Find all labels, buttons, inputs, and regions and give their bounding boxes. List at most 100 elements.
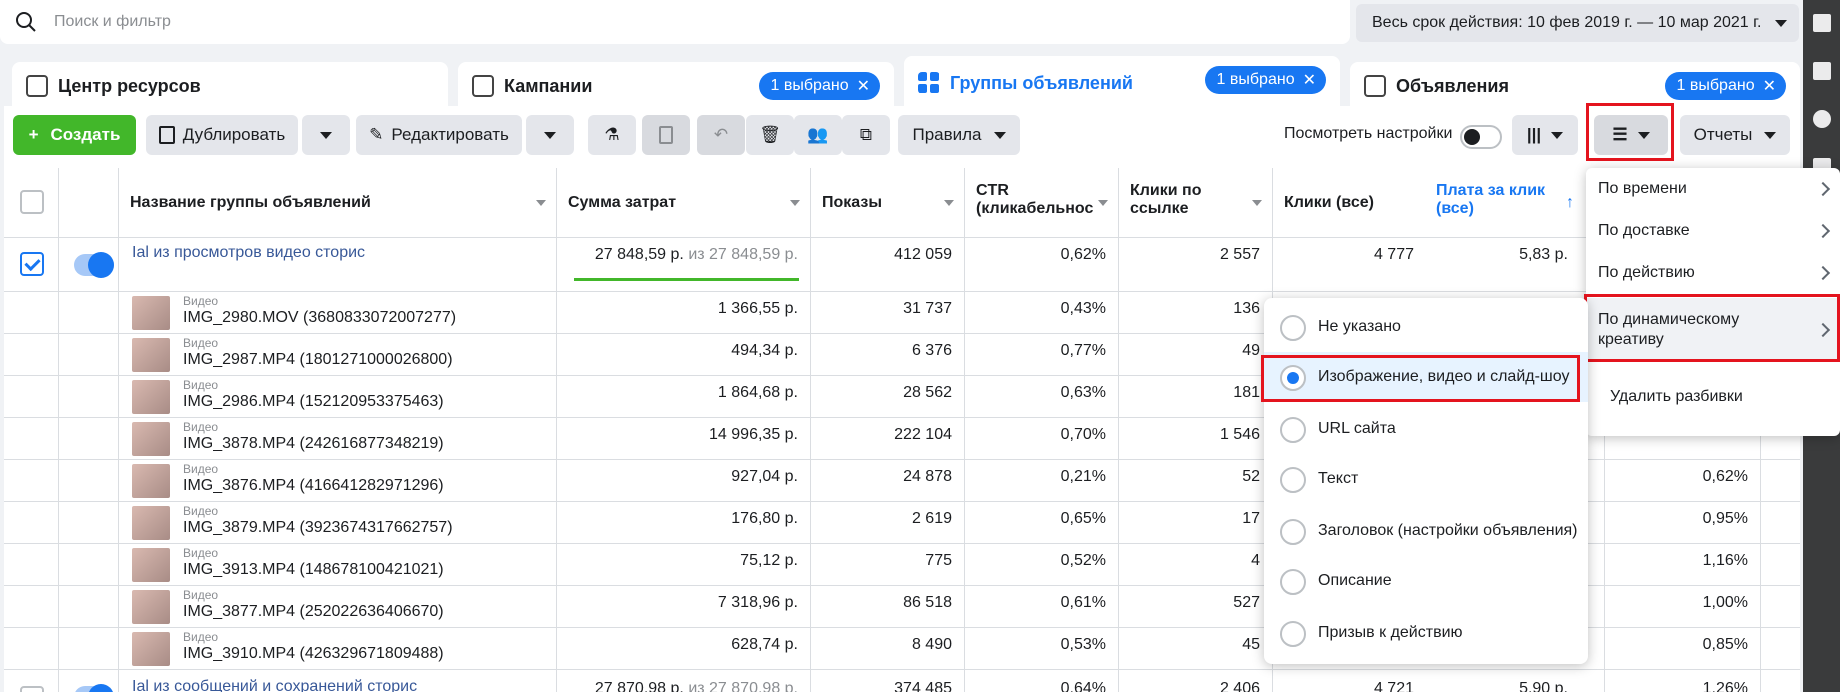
col-header-link-clicks[interactable]: Клики по ссылке	[1130, 182, 1240, 218]
submenu-option[interactable]: Не указано	[1264, 302, 1588, 352]
radio-button[interactable]	[1280, 621, 1306, 647]
selected-badge[interactable]: 1 выбрано ✕	[1664, 72, 1786, 100]
adset-toggle[interactable]	[74, 252, 114, 278]
sort-icon[interactable]	[790, 200, 800, 206]
row-checkbox[interactable]	[20, 686, 44, 692]
search-bar[interactable]: Поиск и фильтр	[0, 0, 1350, 44]
creative-name: IMG_2986.MP4 (152120953375463)	[183, 393, 444, 410]
impressions-value: 2 619	[911, 510, 952, 527]
ctr-value: 0,65%	[1060, 510, 1106, 527]
video-thumbnail	[132, 338, 170, 372]
submenu-option[interactable]: Текст	[1264, 454, 1588, 504]
rules-button[interactable]: Правила	[898, 115, 1020, 155]
sort-icon[interactable]	[944, 200, 954, 206]
tab-resources[interactable]: Центр ресурсов	[12, 62, 448, 110]
row-checkbox[interactable]	[20, 252, 44, 276]
view-settings-label: Посмотреть настройки	[1284, 125, 1453, 142]
selected-badge[interactable]: 1 выбрано ✕	[758, 72, 880, 100]
last-col-value: 1,16%	[1702, 552, 1748, 569]
adset-name-link[interactable]: Ial из просмотров видео сторис	[132, 244, 365, 262]
edit-button[interactable]: ✎ Редактировать	[356, 115, 522, 155]
video-thumbnail	[132, 548, 170, 582]
delete-button[interactable]: 🗑	[746, 115, 794, 155]
sort-icon[interactable]	[536, 200, 546, 206]
chart-icon[interactable]	[1813, 14, 1831, 32]
radio-button[interactable]	[1280, 569, 1306, 595]
menu-item-delivery[interactable]: По доставке	[1586, 210, 1840, 252]
table-row[interactable]: Ial из просмотров видео сторис 27 848,59…	[4, 238, 1800, 292]
select-all-checkbox[interactable]	[20, 190, 44, 214]
radio-button[interactable]	[1280, 315, 1306, 341]
spend-value: 75,12 р.	[740, 552, 798, 569]
ctr-value: 0,52%	[1060, 552, 1106, 569]
cpc-value: 5,90 р.	[1519, 680, 1568, 692]
edit-menu-button[interactable]	[526, 115, 574, 155]
menu-item-action[interactable]: По действию	[1586, 252, 1840, 294]
col-header-spend[interactable]: Сумма затрат	[568, 194, 676, 212]
creative-name: IMG_2980.MOV (3680833072007277)	[183, 309, 457, 326]
reports-button[interactable]: Отчеты	[1680, 115, 1790, 155]
ab-test-button[interactable]: ⚗	[588, 115, 636, 155]
tab-adsets[interactable]: Группы объявлений 1 выбрано ✕	[904, 56, 1340, 110]
columns-button[interactable]: |||	[1512, 115, 1578, 155]
col-header-impressions[interactable]: Показы	[822, 194, 882, 212]
video-thumbnail	[132, 464, 170, 498]
last-col-value: 0,62%	[1702, 468, 1748, 485]
submenu-option[interactable]: URL сайта	[1264, 404, 1588, 454]
submenu-option[interactable]: Описание	[1264, 556, 1588, 606]
search-input[interactable]: Поиск и фильтр	[54, 13, 171, 31]
clock-icon[interactable]	[1813, 110, 1831, 128]
duplicate-button[interactable]: Дублировать	[146, 115, 298, 155]
link-clicks-value: 136	[1233, 300, 1260, 317]
selected-badge[interactable]: 1 выбрано ✕	[1204, 66, 1326, 94]
paste-button[interactable]	[642, 115, 690, 155]
undo-button[interactable]: ↶	[697, 115, 745, 155]
duplicate-menu-button[interactable]	[302, 115, 350, 155]
audience-button[interactable]: 👥	[794, 115, 842, 155]
table-row[interactable]: Ial из сообщений и сохранений сторис 27 …	[4, 676, 1800, 692]
chevron-down-icon	[320, 131, 332, 139]
creative-name: IMG_3913.MP4 (148678100421021)	[183, 561, 444, 578]
col-header-name[interactable]: Название группы объявлений	[130, 194, 371, 212]
tab-campaigns[interactable]: Кампании 1 выбрано ✕	[458, 62, 894, 110]
radio-button[interactable]	[1280, 417, 1306, 443]
submenu-option[interactable]: Призыв к действию	[1264, 608, 1588, 658]
spend-value: 628,74 р.	[731, 636, 798, 653]
pencil-icon: ✎	[369, 125, 384, 144]
chevron-right-icon	[1815, 223, 1831, 239]
radio-button[interactable]	[1280, 519, 1306, 545]
link-clicks-value: 2 557	[1219, 246, 1260, 263]
highlight-breakdown	[1586, 103, 1674, 161]
view-settings-toggle[interactable]	[1460, 125, 1502, 149]
radio-button[interactable]	[1280, 467, 1306, 493]
spend-value: 27 870,98 р.	[594, 680, 684, 692]
ctr-value: 0,61%	[1060, 594, 1106, 611]
menu-item-time[interactable]: По времени	[1586, 168, 1840, 210]
badge-label: 1 выбрано	[770, 77, 849, 94]
col-header-clicks[interactable]: Клики (все)	[1284, 194, 1374, 212]
impressions-value: 6 376	[911, 342, 952, 359]
option-label: Не указано	[1318, 318, 1401, 335]
last-col-value: 1,00%	[1702, 594, 1748, 611]
chevron-down-icon	[1775, 19, 1788, 27]
date-range-picker[interactable]: Весь срок действия: 10 фев 2019 г. — 10 …	[1356, 4, 1799, 42]
preview-button[interactable]: ⧉	[842, 115, 890, 155]
sort-asc-icon[interactable]: ↑	[1566, 194, 1574, 212]
close-icon[interactable]: ✕	[1303, 70, 1316, 90]
adset-name-link[interactable]: Ial из сообщений и сохранений сторис	[132, 678, 417, 692]
menu-item-remove-breakdowns[interactable]: Удалить разбивки	[1586, 376, 1840, 418]
col-header-cpc[interactable]: Плата за клик (все)	[1436, 182, 1576, 218]
close-icon[interactable]: ✕	[857, 76, 870, 96]
create-button[interactable]: + Создать	[13, 115, 136, 155]
rules-label: Правила	[912, 125, 982, 144]
tab-ads[interactable]: Объявления 1 выбрано ✕	[1350, 62, 1800, 110]
submenu-option[interactable]: Заголовок (настройки объявления)	[1264, 506, 1588, 556]
close-icon[interactable]: ✕	[1763, 76, 1776, 96]
adset-toggle[interactable]	[74, 684, 114, 692]
sort-icon[interactable]	[1252, 200, 1262, 206]
link-clicks-value: 49	[1242, 342, 1260, 359]
col-header-ctr[interactable]: CTR (кликабельнос	[976, 182, 1096, 218]
pencil-icon[interactable]	[1813, 62, 1831, 80]
folder-icon	[472, 75, 494, 97]
sort-icon[interactable]	[1098, 200, 1108, 206]
